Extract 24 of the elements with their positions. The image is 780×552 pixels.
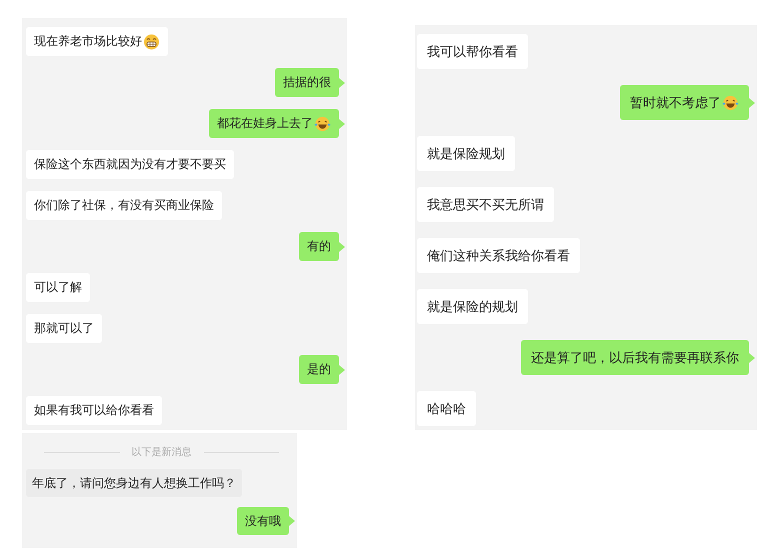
message-text: 还是算了吧，以后我有需要再联系你 bbox=[531, 350, 739, 366]
message-text: 有的 bbox=[307, 238, 331, 255]
message-text: 年底了，请问您身边有人想换工作吗？ bbox=[32, 474, 236, 492]
message-text: 我意思买不买无所谓 bbox=[427, 196, 544, 214]
message-text: 就是保险的规划 bbox=[427, 298, 518, 316]
message-text: 可以了解 bbox=[34, 279, 82, 296]
message-text: 是的 bbox=[307, 361, 331, 378]
message-text: 如果有我可以给你看看 bbox=[34, 402, 154, 419]
message-text: 俺们这种关系我给你看看 bbox=[427, 248, 570, 264]
message-text: 那就可以了 bbox=[34, 320, 94, 337]
message-text: 哈哈哈 bbox=[427, 400, 466, 418]
message-text: 我可以帮你看看 bbox=[427, 44, 518, 60]
message-text: 现在养老市场比较好 bbox=[34, 33, 142, 50]
grinning-face-icon bbox=[143, 34, 160, 50]
message-text: 都花在娃身上去了 bbox=[217, 115, 313, 132]
message-text: 就是保险规划 bbox=[427, 146, 505, 162]
message-text: 你们除了社保，有没有买商业保险 bbox=[34, 197, 214, 214]
laughing-tears-icon bbox=[314, 116, 331, 132]
new-messages-divider: 以下是新消息 bbox=[132, 446, 192, 459]
message-text: 拮据的很 bbox=[283, 74, 331, 91]
laughing-tears-icon bbox=[722, 94, 739, 110]
message-text: 保险这个东西就因为没有才要不要买 bbox=[34, 156, 226, 173]
message-text: 暂时就不考虑了 bbox=[630, 94, 721, 112]
message-text: 没有哦 bbox=[245, 512, 281, 530]
